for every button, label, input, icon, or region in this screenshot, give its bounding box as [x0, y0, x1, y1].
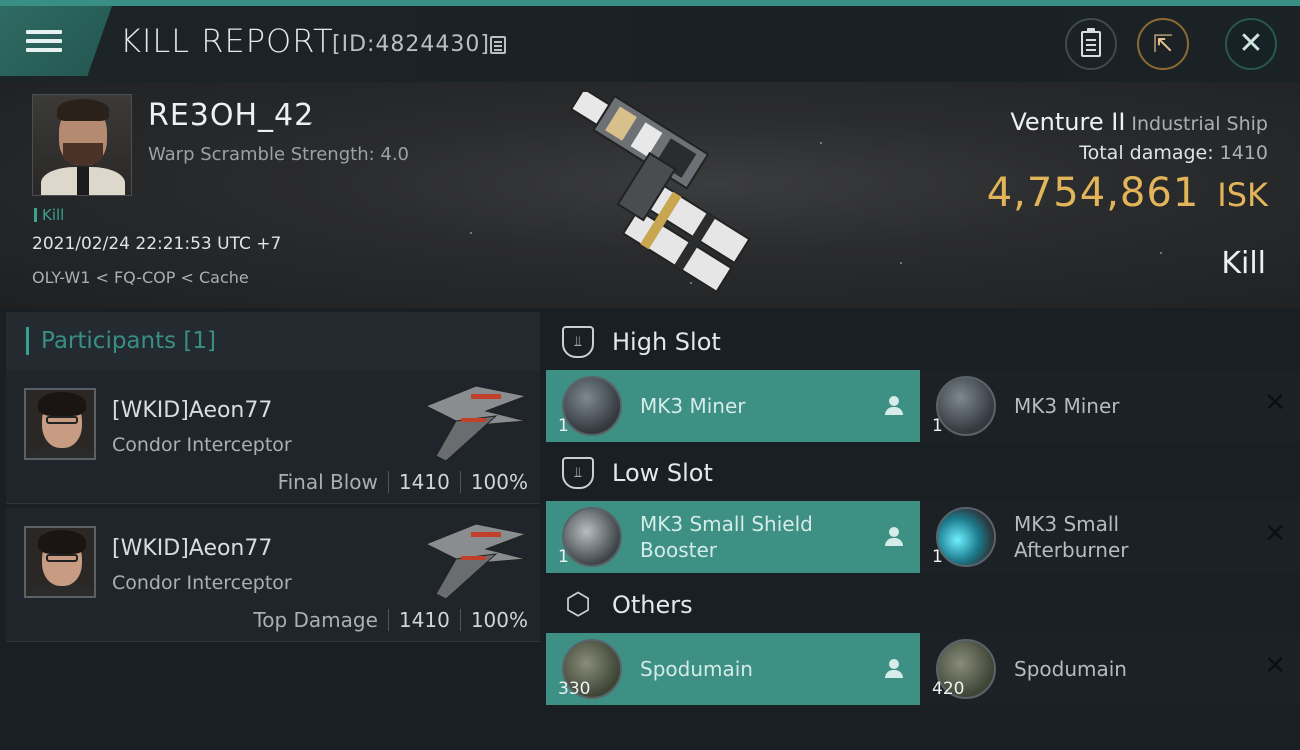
copy-id-icon[interactable] [490, 36, 506, 54]
destroyed-item[interactable]: 1 MK3 Miner [546, 370, 920, 442]
report-result: Kill [1221, 246, 1266, 281]
participant-ship-image [424, 523, 528, 600]
item-quantity: 1 [558, 547, 569, 567]
participant-stats: Top Damage 1410 100% [253, 608, 528, 632]
high-slot-title: High Slot [612, 328, 721, 356]
item-quantity: 1 [932, 547, 943, 567]
victim-ship-image [569, 92, 751, 292]
others-header: ⬡ Others [562, 577, 693, 633]
item-quantity: 1 [558, 416, 569, 436]
participant-ship: Condor Interceptor [112, 572, 292, 594]
participant-damage: 1410 [398, 608, 450, 632]
item-name: MK3 Small Shield Booster [640, 512, 813, 562]
close-icon: ✕ [1264, 388, 1286, 418]
share-icon: ⇱ [1152, 30, 1174, 58]
dropped-item[interactable]: 1 MK3 Small Afterburner ✕ [920, 501, 1300, 573]
victim-name: RE3OH_42 [148, 98, 315, 133]
close-icon: ✕ [1264, 519, 1286, 549]
participant-label: Final Blow [277, 470, 378, 494]
victim-subtitle: Warp Scramble Strength: 4.0 [148, 144, 410, 165]
dropped-item[interactable]: 420 Spodumain ✕ [920, 633, 1300, 705]
kill-summary: RE3OH_42 Warp Scramble Strength: 4.0 Kil… [0, 82, 1300, 308]
participant-name: [WKID]Aeon77 [112, 536, 273, 561]
mk3-miner-icon [562, 376, 622, 436]
item-quantity: 420 [932, 679, 965, 699]
participant-label: Top Damage [253, 608, 378, 632]
victim-ship: Venture II Industrial Ship [1010, 108, 1268, 136]
item-quantity: 1 [932, 416, 943, 436]
fitting-panel: ⫫ High Slot 1 MK3 Miner 1 MK3 Miner ✕ ⫫ … [540, 308, 1300, 750]
header-accent-line [0, 0, 1300, 6]
low-slot-title: Low Slot [612, 459, 713, 487]
item-name: Spodumain [640, 657, 753, 681]
item-quantity: 330 [558, 679, 591, 699]
kill-location: OLY-W1 < FQ-COP < Cache [32, 268, 249, 287]
total-damage: Total damage: 1410 [1079, 142, 1268, 164]
low-slot-header: ⫫ Low Slot [562, 445, 713, 501]
page-title: KILL REPORT [120, 22, 334, 60]
isk-unit: ISK [1217, 176, 1268, 214]
others-title: Others [612, 591, 693, 619]
item-name: MK3 Miner [1014, 394, 1120, 418]
destroyed-item[interactable]: 1 MK3 Small Shield Booster [546, 501, 920, 573]
item-name: MK3 Small Afterburner [1014, 512, 1129, 562]
kill-tag: Kill [34, 206, 64, 224]
hamburger-menu-icon [26, 25, 62, 57]
participant-percent: 100% [470, 470, 528, 494]
cargo-box-icon: ⬡ [564, 587, 592, 622]
participant-stats: Final Blow 1410 100% [278, 470, 528, 494]
participant-damage: 1410 [398, 470, 450, 494]
header-bar: KILL REPORT [ID:4824430] ⇱ ✕ [0, 0, 1300, 82]
clipboard-icon [1081, 28, 1101, 57]
item-name: Spodumain [1014, 657, 1127, 681]
participant-ship-image [424, 385, 528, 462]
isk-value-row: 4,754,861 ISK [987, 170, 1268, 216]
destroyed-item[interactable]: 330 Spodumain [546, 633, 920, 705]
mk3-miner-icon [936, 376, 996, 436]
total-damage-value: 1410 [1219, 142, 1268, 164]
close-icon: ✕ [1238, 26, 1264, 61]
participant-row[interactable]: [WKID]Aeon77 Condor Interceptor Final Bl… [6, 370, 540, 504]
shield-booster-icon [562, 507, 622, 567]
close-icon: ✕ [1264, 651, 1286, 681]
high-slot-icon: ⫫ [562, 326, 594, 358]
participant-avatar [24, 388, 96, 460]
item-name: MK3 Miner [640, 394, 746, 418]
afterburner-icon [936, 507, 996, 567]
close-button[interactable]: ✕ [1225, 18, 1277, 70]
participant-avatar [24, 526, 96, 598]
ship-class: Industrial Ship [1131, 113, 1268, 135]
share-button[interactable]: ⇱ [1137, 18, 1189, 70]
participant-row[interactable]: [WKID]Aeon77 Condor Interceptor Top Dama… [6, 508, 540, 642]
kill-timestamp: 2021/02/24 22:21:53 UTC +7 [32, 234, 282, 254]
low-slot-icon: ⫫ [562, 457, 594, 489]
participant-name: [WKID]Aeon77 [112, 398, 273, 423]
menu-button[interactable] [0, 6, 112, 76]
isk-value: 4,754,861 [986, 170, 1200, 216]
participant-ship: Condor Interceptor [112, 434, 292, 456]
pilot-icon [884, 527, 904, 547]
dropped-item[interactable]: 1 MK3 Miner ✕ [920, 370, 1300, 442]
clipboard-button[interactable] [1065, 18, 1117, 70]
participant-percent: 100% [470, 608, 528, 632]
high-slot-header: ⫫ High Slot [562, 314, 721, 370]
participants-title: Participants [1] [41, 328, 216, 354]
participants-header: Participants [1] [6, 312, 540, 370]
report-id: [ID:4824430] [332, 32, 490, 57]
ship-name: Venture II [1010, 108, 1126, 136]
victim-portrait[interactable] [32, 94, 132, 196]
pilot-icon [884, 659, 904, 679]
pilot-icon [884, 396, 904, 416]
participants-panel: Participants [1] [WKID]Aeon77 Condor Int… [0, 308, 540, 750]
total-damage-label: Total damage: [1079, 142, 1214, 164]
